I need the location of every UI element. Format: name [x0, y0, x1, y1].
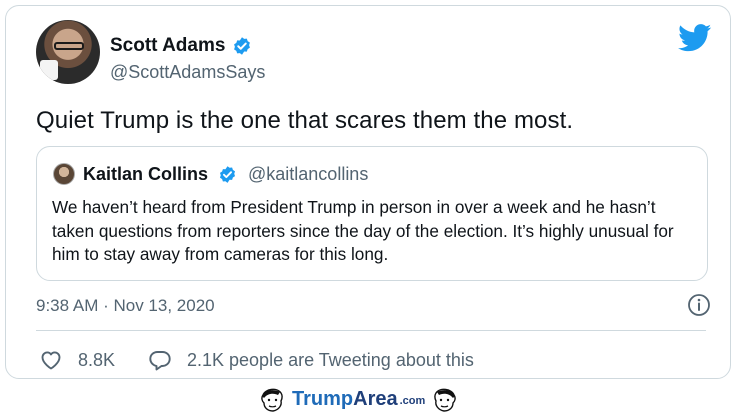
- watermark-brand-com: .com: [399, 395, 426, 407]
- heart-icon: [41, 351, 61, 370]
- quoted-author-avatar[interactable]: [53, 163, 75, 185]
- quoted-author-handle[interactable]: @kaitlancollins: [248, 164, 368, 185]
- quoted-tweet-text: We haven’t heard from President Trump in…: [52, 197, 674, 264]
- verified-icon: [234, 37, 250, 55]
- author-avatar[interactable]: [36, 20, 100, 84]
- tweet-text: Quiet Trump is the one that scares them …: [36, 107, 574, 134]
- speech-bubble-icon: [149, 351, 171, 371]
- caricature-face-icon: [434, 388, 457, 412]
- avatar-mug: [40, 60, 58, 80]
- twitter-bird-icon[interactable]: [678, 24, 712, 52]
- info-icon[interactable]: [687, 293, 711, 317]
- caricature-face-icon: [261, 388, 283, 412]
- watermark-brand-trump: Trump: [292, 387, 354, 410]
- author-name[interactable]: Scott Adams: [110, 35, 225, 57]
- site-watermark: Trump Area .com: [258, 385, 459, 413]
- conversation-text: 2.1K people are Tweeting about this: [187, 349, 474, 370]
- watermark-brand-area: Area: [353, 387, 398, 410]
- tweet-card[interactable]: Scott Adams @ScottAdamsSays Quiet Trump …: [5, 5, 731, 379]
- divider: [36, 330, 706, 331]
- tweet-timestamp[interactable]: 9:38 AM · Nov 13, 2020: [36, 296, 215, 316]
- author-handle[interactable]: @ScottAdamsSays: [110, 62, 265, 83]
- quoted-tweet[interactable]: Kaitlan Collins @kaitlancollins We haven…: [36, 146, 708, 281]
- like-count: 8.8K: [78, 349, 116, 370]
- avatar-glasses: [54, 42, 84, 50]
- conversation-button[interactable]: 2.1K people are Tweeting about this: [148, 345, 474, 375]
- like-button[interactable]: 8.8K: [39, 345, 115, 375]
- verified-icon: [219, 166, 236, 183]
- quoted-author-name[interactable]: Kaitlan Collins: [83, 164, 208, 185]
